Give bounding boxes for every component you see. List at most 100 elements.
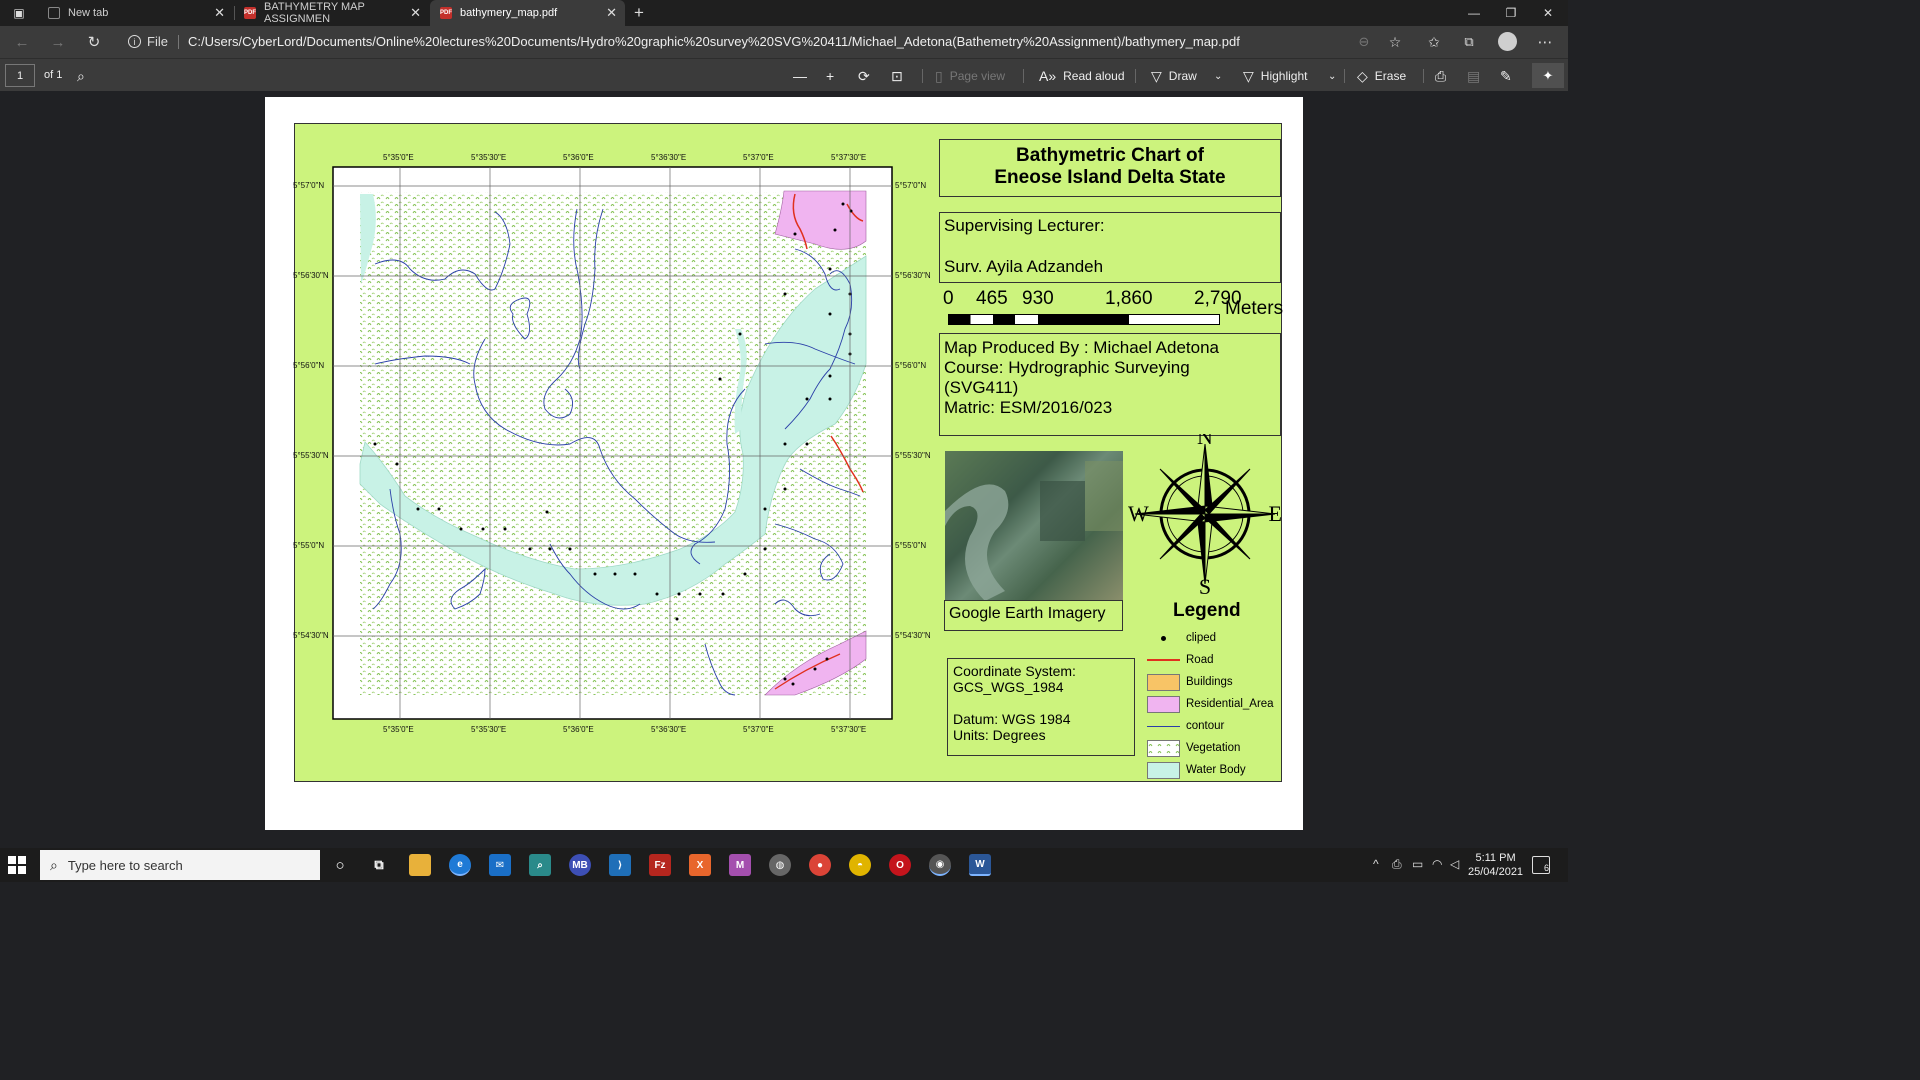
profile-avatar[interactable]	[1498, 32, 1517, 51]
scale-label: 930	[1022, 288, 1054, 309]
magnifier-app-icon[interactable]: ⌕	[529, 854, 551, 876]
notifications-icon[interactable]: 6	[1532, 856, 1550, 874]
opera-icon[interactable]: O	[889, 854, 911, 876]
lecturer-name: Surv. Ayila Adzandeh	[944, 257, 1104, 276]
filezilla-icon[interactable]: Fz	[649, 854, 671, 876]
rotate-icon[interactable]: ⟳	[858, 66, 877, 86]
close-icon[interactable]: ✕	[410, 5, 421, 21]
restore-icon[interactable]: ❐	[1493, 0, 1529, 26]
draw-button[interactable]: ▽ Draw	[1151, 66, 1197, 86]
tab-label: bathymery_map.pdf	[460, 7, 558, 19]
malwarebytes-icon[interactable]: MB	[569, 854, 591, 876]
zoom-icon[interactable]: ⊖	[1351, 30, 1377, 54]
word-icon[interactable]: W	[969, 854, 991, 876]
pin-toolbar-icon[interactable]: ✦	[1532, 63, 1564, 88]
draw-options-chevron-down-icon[interactable]: ⌄	[1214, 66, 1229, 86]
course-line2: (SVG411)	[944, 378, 1019, 397]
coord-system-value: GCS_WGS_1984	[953, 679, 1064, 695]
draw-icon: ▽	[1151, 67, 1162, 84]
scale-label: 0	[943, 288, 954, 309]
eraser-icon: ◇	[1357, 67, 1368, 84]
favorites-icon[interactable]: ✩	[1421, 30, 1447, 54]
windows-start-icon[interactable]	[8, 856, 26, 874]
lon-label-top: 5°37'30"E	[831, 153, 867, 162]
url-field[interactable]: C:/Users/CyberLord/Documents/Online%20le…	[188, 34, 1240, 49]
search-icon[interactable]: ⌕	[77, 66, 92, 86]
clock-date: 25/04/2021	[1468, 866, 1524, 878]
lat-label-right: 5°55'30"N	[895, 451, 931, 460]
print-icon[interactable]: ⎙	[1435, 66, 1453, 86]
page-view-icon: ▯	[935, 67, 943, 84]
scale-label: 465	[976, 288, 1008, 309]
zoom-in-icon[interactable]: +	[826, 66, 841, 86]
draw-label: Draw	[1168, 69, 1197, 83]
wifi-icon[interactable]: ◠	[1432, 857, 1442, 871]
highlight-options-chevron-down-icon[interactable]: ⌄	[1328, 66, 1343, 86]
legend-item-cliped: cliped	[1147, 629, 1216, 647]
tab-new-tab[interactable]: New tab ✕	[38, 0, 233, 26]
save-icon[interactable]: ▤	[1467, 66, 1487, 86]
lon-label-bottom: 5°37'30"E	[831, 725, 867, 734]
hard-hat-app-icon[interactable]: ◓	[849, 854, 871, 876]
close-icon[interactable]: ✕	[214, 5, 225, 21]
lat-label-left: 5°56'0"N	[293, 361, 325, 370]
battery-icon[interactable]: ▭	[1412, 857, 1423, 871]
zoom-out-icon[interactable]: —	[793, 66, 814, 86]
lon-label-bottom: 5°35'30"E	[471, 725, 507, 734]
highlight-button[interactable]: ▽ Highlight	[1243, 66, 1307, 86]
new-tab-plus-icon[interactable]: +	[624, 0, 654, 26]
xampp-icon[interactable]: X	[689, 854, 711, 876]
matlab-icon[interactable]: M	[729, 854, 751, 876]
vscode-icon[interactable]: ⟩	[609, 854, 631, 876]
tray-chevron-up-icon[interactable]: ^	[1373, 857, 1379, 871]
page-view-button[interactable]: ▯ Page view	[935, 66, 1005, 86]
back-arrow-icon[interactable]: ←	[9, 30, 35, 54]
tab-label: New tab	[68, 7, 109, 19]
collections-icon[interactable]: ⧉	[1456, 30, 1482, 54]
globe-app-icon[interactable]: ◍	[769, 854, 791, 876]
media-player-icon[interactable]: ◉	[929, 854, 951, 876]
highlight-icon: ▽	[1243, 67, 1254, 84]
tab-strip: ▣ New tab ✕ PDF BATHYMETRY MAP ASSIGNMEN…	[0, 0, 1568, 26]
edge-browser-icon[interactable]: e	[449, 854, 471, 876]
file-explorer-icon[interactable]	[409, 854, 431, 876]
page-count: of 1	[44, 69, 63, 81]
page-view-label: Page view	[949, 69, 1006, 83]
save-as-icon[interactable]: ✎	[1500, 66, 1519, 86]
compass-n: N	[1197, 434, 1213, 449]
toolbar-divider	[922, 69, 923, 83]
lat-label-right: 5°56'30"N	[895, 271, 931, 280]
printer-tray-icon[interactable]: ⎙	[1392, 857, 1402, 872]
window-close-icon[interactable]: ✕	[1530, 0, 1566, 26]
lon-label-top: 5°36'0"E	[563, 153, 594, 162]
lon-label-bottom: 5°36'30"E	[651, 725, 687, 734]
erase-button[interactable]: ◇ Erase	[1357, 66, 1406, 86]
lat-label-left: 5°54'30"N	[293, 631, 329, 640]
fit-page-icon[interactable]: ⊡	[891, 66, 910, 86]
close-icon[interactable]: ✕	[606, 5, 617, 21]
tab-bathymetry-assignment[interactable]: PDF BATHYMETRY MAP ASSIGNMEN ✕	[234, 0, 429, 26]
page-number-input[interactable]: 1	[5, 64, 35, 87]
minimize-icon[interactable]: —	[1456, 0, 1492, 26]
volume-icon[interactable]: ◁	[1450, 857, 1459, 871]
read-aloud-button[interactable]: A» Read aloud	[1039, 66, 1125, 86]
mail-icon[interactable]: ✉	[489, 854, 511, 876]
map-title-line2: Eneose Island Delta State	[994, 167, 1226, 188]
units: Units: Degrees	[953, 727, 1046, 743]
favorite-star-icon[interactable]: ☆	[1382, 30, 1408, 54]
more-menu-icon[interactable]: ⋯	[1532, 30, 1558, 54]
site-info[interactable]: i File	[128, 34, 168, 49]
refresh-icon[interactable]: ↻	[81, 30, 107, 54]
task-view-icon[interactable]: ⧉	[368, 854, 390, 876]
forward-arrow-icon[interactable]: →	[45, 30, 71, 54]
tab-actions-icon[interactable]: ▣	[2, 0, 36, 26]
taskbar: ⌕ Type here to search ○ ⧉ e ✉ ⌕ MB ⟩ Fz …	[0, 848, 1568, 882]
chrome-icon[interactable]: ●	[809, 854, 831, 876]
legend-label: Vegetation	[1186, 742, 1241, 754]
taskbar-search-input[interactable]: ⌕ Type here to search	[40, 850, 320, 880]
cortana-icon[interactable]: ○	[329, 854, 351, 876]
legend-label: Residential_Area	[1186, 698, 1274, 710]
tab-bathymery-map[interactable]: PDF bathymery_map.pdf ✕	[430, 0, 625, 26]
matric-number: Matric: ESM/2016/023	[944, 398, 1113, 417]
taskbar-clock[interactable]: 5:11 PM 25/04/2021	[1468, 851, 1523, 879]
